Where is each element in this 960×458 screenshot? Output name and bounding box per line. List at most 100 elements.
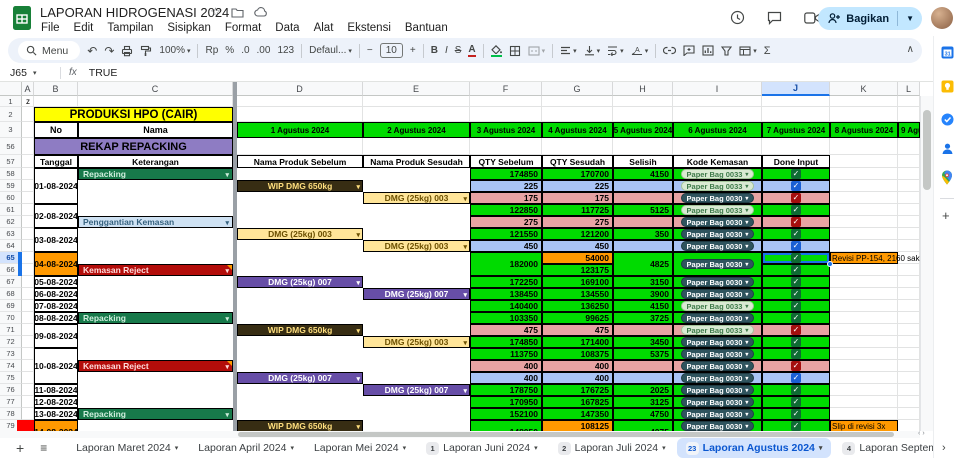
sheet-tab-laporan-april-2024[interactable]: Laporan April 2024 ▾ [189, 438, 303, 458]
cell-empty[interactable] [78, 96, 233, 107]
row-header-3[interactable]: 3 [0, 122, 22, 138]
done-input-checkbox-63[interactable]: ✓ [791, 229, 801, 239]
cell-empty[interactable] [22, 324, 34, 336]
cell-empty[interactable] [22, 384, 34, 396]
row-header-1[interactable]: 1 [0, 96, 22, 107]
cell-qty-sesudah-74[interactable]: 400 [542, 360, 613, 372]
row-header-61[interactable]: 61 [0, 204, 22, 216]
menu-tampilan[interactable]: Tampilan [100, 21, 160, 35]
cell-qty-sesudah-62[interactable]: 275 [542, 216, 613, 228]
cell-empty[interactable] [830, 396, 898, 408]
cell-selisih-70[interactable]: 3725 [613, 312, 673, 324]
cell-empty[interactable] [830, 264, 898, 276]
done-input-checkbox-76[interactable]: ✓ [791, 385, 801, 395]
cell-done-input-77[interactable]: ✓ [762, 396, 830, 408]
cell-date-header-3[interactable]: 3 Agustus 2024 [470, 122, 542, 138]
cell-table-header-selisih[interactable]: Selisih [613, 155, 673, 168]
cell-selisih-79[interactable]: 4075 [613, 420, 673, 431]
produk-sebelum-dropdown-62[interactable]: DMG (25kg) 007 ▾ [237, 372, 363, 384]
cell-table-header-nama-produk-sebelum[interactable]: Nama Produk Sebelum [237, 155, 363, 168]
cell-empty[interactable] [22, 408, 34, 420]
cell-tanggal-70[interactable]: 08-08-2024 [34, 312, 78, 324]
cell-empty[interactable] [237, 107, 363, 122]
sheet-tab-laporan-juli-2024[interactable]: 2 Laporan Juli 2024 ▾ [549, 438, 675, 458]
cell-empty[interactable] [898, 107, 920, 122]
horizontal-scrollbar[interactable] [0, 431, 920, 438]
cell-empty[interactable] [22, 288, 34, 300]
cell-table-header-done-input[interactable]: Done Input [762, 155, 830, 168]
document-title[interactable]: LAPORAN HIDROGENASI 2024 [40, 5, 229, 20]
cell-done-input-70[interactable]: ✓ [762, 312, 830, 324]
dropdown-icon[interactable]: ▾ [225, 411, 229, 419]
cell-empty[interactable] [830, 96, 898, 107]
dropdown-icon[interactable]: ▾ [745, 243, 748, 250]
cell-qty-sebelum-58[interactable]: 174850 [470, 168, 542, 180]
fill-color-button[interactable] [490, 44, 502, 57]
cell-tanggal-65[interactable]: 04-08-2024 [34, 252, 78, 276]
functions-button[interactable]: Σ [764, 45, 771, 57]
cell-date-header-5[interactable]: 5 Agustus 2024 [613, 122, 673, 138]
cell-qty-sesudah-64[interactable]: 450 [542, 240, 613, 252]
cell-qty-sebelum-69[interactable]: 140400 [470, 300, 542, 312]
cell-empty[interactable] [22, 192, 34, 204]
format-currency-button[interactable]: Rp [205, 45, 218, 56]
cell-qty-sesudah-72[interactable]: 171400 [542, 336, 613, 348]
cell-empty[interactable] [898, 264, 920, 276]
kode-kemasan-dropdown-72[interactable]: Paper Bag 0030 ▾ [680, 337, 755, 347]
get-addons-button[interactable]: + [942, 208, 950, 223]
cell-selisih-69[interactable]: 4150 [613, 300, 673, 312]
kode-kemasan-dropdown-79[interactable]: Paper Bag 0030 ▾ [680, 421, 755, 431]
toolbar-collapse-icon[interactable]: ∧ [907, 44, 914, 55]
cell-qty-sebelum-67[interactable]: 172250 [470, 276, 542, 288]
dropdown-icon[interactable]: ▾ [225, 171, 229, 179]
dropdown-icon[interactable]: ▾ [745, 327, 748, 334]
cell-done-input-79[interactable]: ✓ [762, 420, 830, 431]
share-button[interactable]: Bagikan ▼ [818, 7, 922, 30]
cell-tanggal-73[interactable]: 10-08-2024 [34, 348, 78, 384]
cell-qty-sesudah-76[interactable]: 176725 [542, 384, 613, 396]
text-wrap-button[interactable]: ▾ [607, 45, 624, 56]
cell-empty[interactable] [542, 138, 613, 155]
keterangan-dropdown-62[interactable]: Kemasan Reject ▾ [78, 360, 233, 372]
kode-kemasan-dropdown-78[interactable]: Paper Bag 0030 ▾ [680, 409, 755, 419]
print-icon[interactable] [121, 45, 133, 57]
comments-icon[interactable] [767, 11, 782, 25]
done-input-checkbox-67[interactable]: ✓ [791, 277, 801, 287]
cell-done-input-76[interactable]: ✓ [762, 384, 830, 396]
cell-empty[interactable] [898, 348, 920, 360]
cell-empty[interactable] [22, 300, 34, 312]
dropdown-icon[interactable]: ▾ [356, 375, 360, 383]
filter-views-button[interactable]: ▾ [739, 45, 757, 56]
produk-sesudah-dropdown-60[interactable]: DMG (25kg) 007 ▾ [363, 288, 470, 300]
cell-qty-sebelum-76[interactable]: 178750 [470, 384, 542, 396]
cell-empty[interactable] [22, 216, 34, 228]
kode-kemasan-dropdown-61[interactable]: Paper Bag 0033 ▾ [680, 205, 755, 215]
cell-selisih-67[interactable]: 3150 [613, 276, 673, 288]
cell-selisih-75[interactable] [613, 372, 673, 384]
cell-empty[interactable] [898, 96, 920, 107]
cell-qty-sebelum-71[interactable]: 475 [470, 324, 542, 336]
cell-empty[interactable] [613, 138, 673, 155]
dropdown-icon[interactable]: ▾ [463, 387, 467, 395]
cell-empty[interactable] [22, 155, 34, 168]
cell-qty-sebelum-63[interactable]: 121550 [470, 228, 542, 240]
zoom-select[interactable]: 100% ▾ [159, 45, 190, 56]
side-panel-collapse-icon[interactable]: › [942, 442, 946, 454]
cell-selisih-61[interactable]: 5125 [613, 204, 673, 216]
kode-kemasan-dropdown-63[interactable]: Paper Bag 0030 ▾ [680, 229, 755, 239]
column-header-e[interactable]: E [363, 82, 470, 96]
dropdown-icon[interactable]: ▾ [745, 279, 748, 286]
number-format-button[interactable]: 123 [277, 45, 294, 56]
cell-empty[interactable] [898, 192, 920, 204]
insert-comment-icon[interactable] [683, 45, 695, 56]
decrease-font-button[interactable]: − [367, 45, 373, 56]
cell-empty[interactable] [830, 348, 898, 360]
cell-qty-sesudah-60[interactable]: 175 [542, 192, 613, 204]
cell-empty[interactable] [363, 107, 470, 122]
cell-qty-sebelum-79[interactable]: 148050 [470, 420, 542, 431]
cell-qty-sesudah-73[interactable]: 108375 [542, 348, 613, 360]
done-input-checkbox-71[interactable]: ✓ [791, 325, 801, 335]
cell-qty-sesudah-61[interactable]: 117725 [542, 204, 613, 216]
cell-empty[interactable] [830, 336, 898, 348]
done-input-checkbox-78[interactable]: ✓ [791, 409, 801, 419]
